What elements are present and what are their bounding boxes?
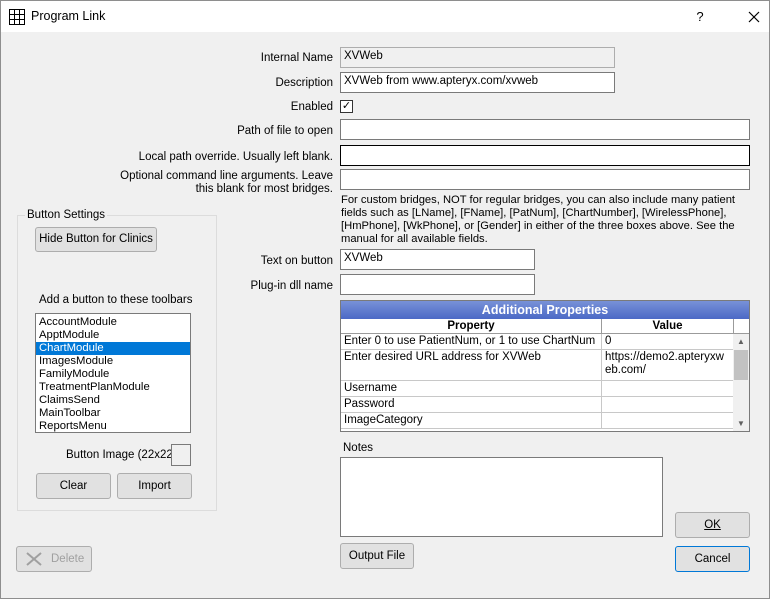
table-row[interactable]: Enter 0 to use PatientNum, or 1 to use C… <box>341 334 749 350</box>
scroll-up-icon[interactable]: ▲ <box>733 334 749 350</box>
table-row[interactable]: Username <box>341 381 749 397</box>
list-item[interactable]: FamilyModule <box>36 368 190 381</box>
delete-x-icon <box>26 552 42 566</box>
value-cell[interactable]: 0 <box>602 334 734 349</box>
window-title: Program Link <box>31 9 106 23</box>
help-button[interactable]: ? <box>691 7 709 27</box>
button-settings-title: Button Settings <box>25 209 107 221</box>
clear-button[interactable]: Clear <box>36 473 111 499</box>
list-item[interactable]: ApptModule <box>36 329 190 342</box>
table-row[interactable]: ImageCategory <box>341 413 749 429</box>
cancel-button-label: Cancel <box>694 553 731 565</box>
additional-properties-grid: Additional Properties Property Value Ent… <box>340 300 750 432</box>
list-item[interactable]: TreatmentPlanModule <box>36 381 190 394</box>
button-image-preview <box>171 444 191 466</box>
property-cell: Enter desired URL address for XVWeb <box>341 350 602 380</box>
notes-field[interactable] <box>340 457 663 537</box>
value-cell[interactable] <box>602 413 734 428</box>
import-button[interactable]: Import <box>117 473 192 499</box>
description-label: Description <box>275 77 333 89</box>
list-item[interactable]: MainToolbar <box>36 407 190 420</box>
title-bar: Program Link ? <box>1 1 769 32</box>
list-item[interactable]: ReportsMenu <box>36 420 190 432</box>
list-item[interactable]: ImagesModule <box>36 355 190 368</box>
cancel-button[interactable]: Cancel <box>675 546 750 572</box>
grid-scrollbar[interactable]: ▲ ▼ <box>733 334 749 431</box>
enabled-label: Enabled <box>290 101 333 113</box>
enabled-checkbox[interactable]: ✓ <box>340 100 353 113</box>
value-cell[interactable] <box>602 397 734 412</box>
value-cell[interactable]: https://demo2.apteryxweb.com/ <box>602 350 734 380</box>
scroll-thumb[interactable] <box>734 350 748 380</box>
list-item[interactable]: AccountModule <box>36 316 190 329</box>
path-field[interactable] <box>340 119 750 140</box>
custom-bridge-info: For custom bridges, NOT for regular brid… <box>341 194 736 245</box>
toolbars-listbox[interactable]: AccountModule ApptModule ChartModule Ima… <box>35 313 191 433</box>
property-cell: Password <box>341 397 602 412</box>
internal-name-label: Internal Name <box>260 52 333 64</box>
delete-button-label: Delete <box>51 553 85 565</box>
scroll-down-icon[interactable]: ▼ <box>733 416 749 431</box>
text-on-button-field[interactable]: XVWeb <box>340 249 535 270</box>
command-line-label: Optional command line arguments. Leave t… <box>120 170 333 195</box>
property-cell: Username <box>341 381 602 396</box>
toolbars-label: Add a button to these toolbars <box>39 294 193 306</box>
program-link-window: Program Link ? Internal Name XVWeb Descr… <box>0 0 770 599</box>
grid-title: Additional Properties <box>341 301 749 319</box>
button-image-label: Button Image (22x22) <box>66 449 177 461</box>
table-row[interactable]: Enter desired URL address for XVWeb http… <box>341 350 749 381</box>
table-row[interactable]: Password <box>341 397 749 413</box>
local-path-field[interactable] <box>340 145 750 166</box>
path-label: Path of file to open <box>237 125 333 137</box>
internal-name-field[interactable]: XVWeb <box>340 47 615 68</box>
property-cell: Enter 0 to use PatientNum, or 1 to use C… <box>341 334 602 349</box>
delete-button[interactable]: Delete <box>16 546 92 572</box>
ok-button[interactable]: OK <box>675 512 750 538</box>
property-cell: ImageCategory <box>341 413 602 428</box>
text-on-button-label: Text on button <box>260 255 333 267</box>
close-icon <box>748 11 760 23</box>
local-path-label: Local path override. Usually left blank. <box>138 151 333 163</box>
value-cell[interactable] <box>602 381 734 396</box>
column-header-property[interactable]: Property <box>341 319 602 333</box>
column-header-value[interactable]: Value <box>602 319 734 333</box>
grid-app-icon <box>9 9 25 25</box>
list-item[interactable]: ChartModule <box>36 342 190 355</box>
description-field[interactable]: XVWeb from www.apteryx.com/xvweb <box>340 72 615 93</box>
grid-header: Property Value <box>341 319 749 334</box>
notes-label: Notes <box>343 442 374 454</box>
plugin-dll-label: Plug-in dll name <box>250 280 333 292</box>
close-button[interactable] <box>743 6 765 28</box>
ok-button-label: OK <box>704 519 721 531</box>
output-file-button[interactable]: Output File <box>340 543 414 569</box>
plugin-dll-field[interactable] <box>340 274 535 295</box>
hide-button-for-clinics-button[interactable]: Hide Button for Clinics <box>35 227 157 252</box>
command-line-field[interactable] <box>340 169 750 190</box>
list-item[interactable]: ClaimsSend <box>36 394 190 407</box>
